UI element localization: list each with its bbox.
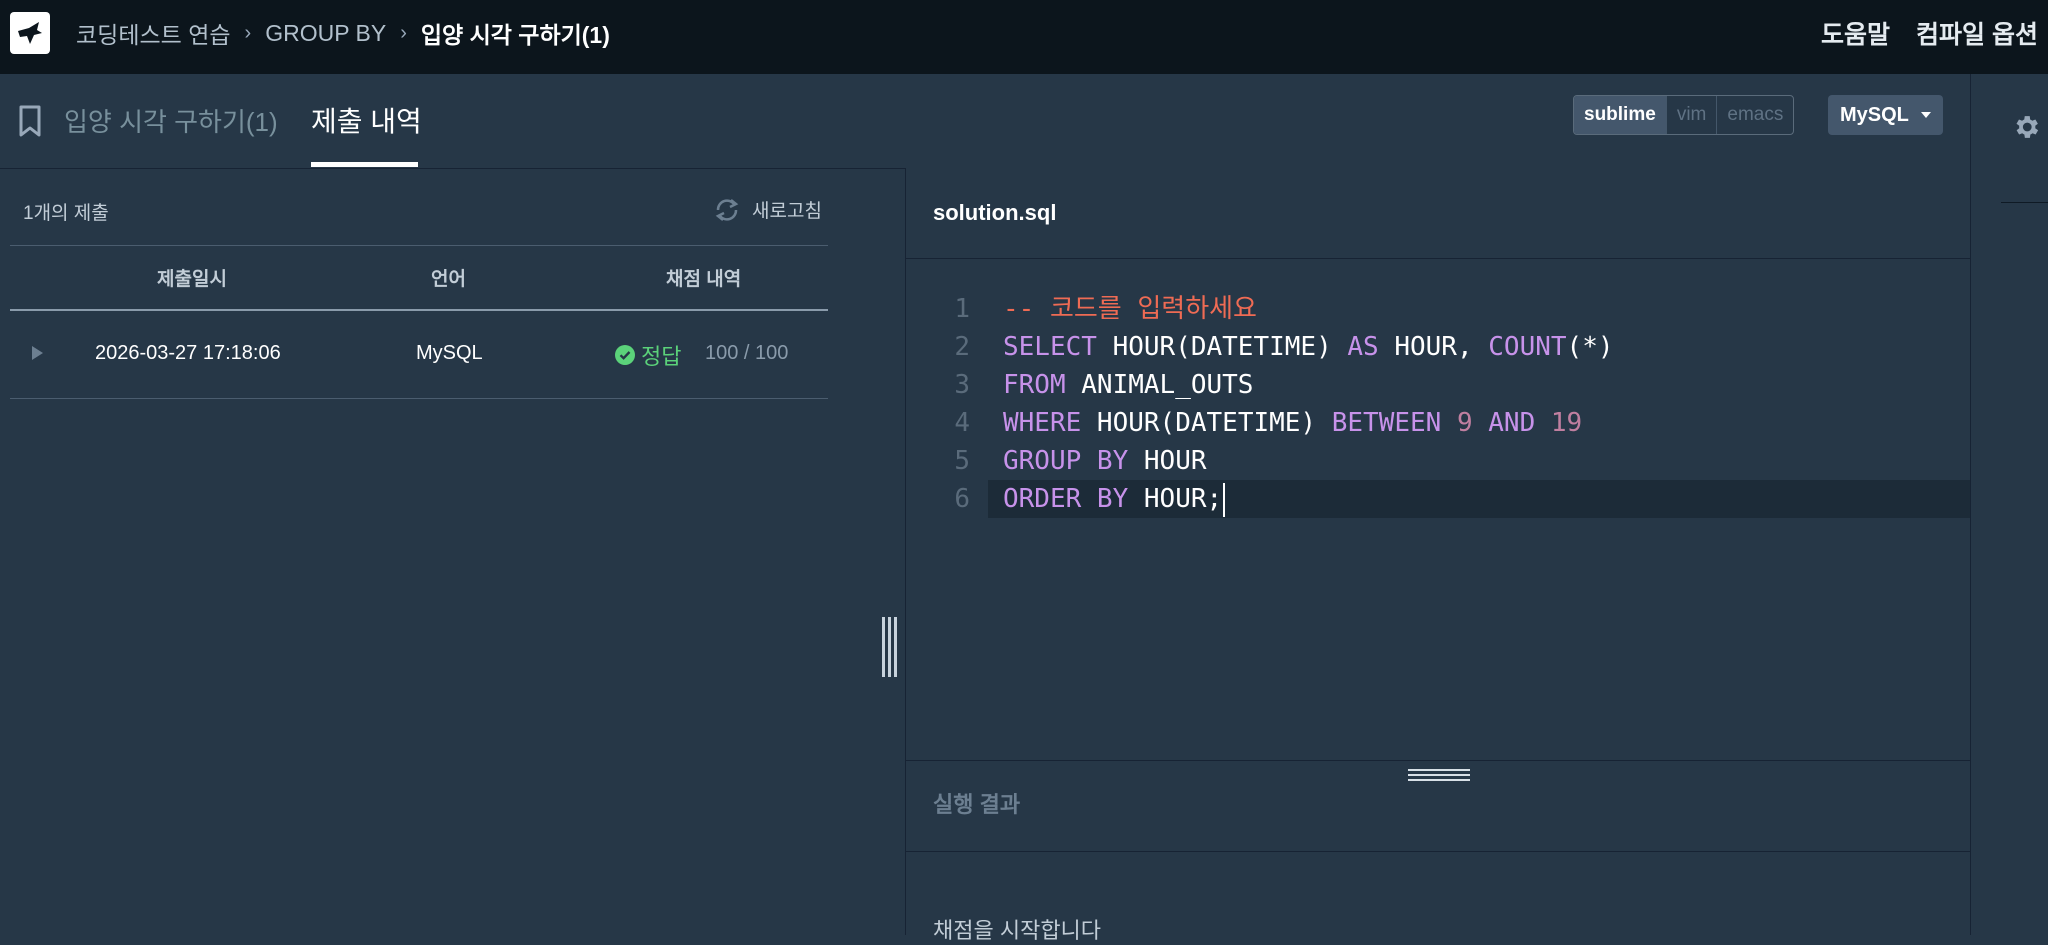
tab-problem[interactable]: 입양 시각 구하기(1): [64, 102, 278, 139]
line-number: 1: [954, 294, 970, 324]
active-tab-indicator: [311, 162, 418, 167]
code-token: -- 코드를 입력하세요: [1003, 294, 1257, 324]
column-header-language: 언어: [431, 269, 466, 290]
submissions-table: 제출일시 언어 채점 내역 2026-03-27 17:18:06 MySQL …: [10, 245, 828, 399]
line-number: 4: [954, 408, 970, 438]
code-line[interactable]: 4 WHERE HOUR(DATETIME) BETWEEN 9 AND 19: [906, 404, 1970, 442]
line-number: 2: [954, 332, 970, 362]
vertical-resize-handle[interactable]: [882, 617, 898, 677]
code-token: HOUR,: [1378, 332, 1489, 362]
code-token: SELECT: [1003, 332, 1097, 362]
line-number: 3: [954, 370, 970, 400]
breadcrumb-item-group-by[interactable]: GROUP BY: [265, 20, 386, 47]
code-token: AND: [1488, 408, 1536, 438]
top-navbar: 코딩테스트 연습 › GROUP BY › 입양 시각 구하기(1) 도움말 컴…: [0, 0, 2048, 74]
table-row[interactable]: 2026-03-27 17:18:06 MySQL 정답 100 / 100: [10, 311, 828, 399]
code-token: AS: [1347, 332, 1379, 362]
submission-date: 2026-03-27 17:18:06: [95, 342, 281, 364]
column-header-date: 제출일시: [157, 269, 227, 290]
chevron-right-icon: ›: [244, 21, 252, 44]
language-dropdown[interactable]: MySQL: [1828, 95, 1943, 135]
keymap-emacs[interactable]: emacs: [1716, 96, 1793, 134]
compile-options-link[interactable]: 컴파일 옵션: [1916, 15, 2038, 51]
breadcrumb-item-coding-test[interactable]: 코딩테스트 연습: [76, 16, 231, 50]
code-token: HOUR;: [1128, 484, 1223, 514]
code-token: ANIMAL_OUTS: [1065, 370, 1254, 400]
code-token: ORDER BY: [1003, 484, 1129, 514]
code-token: HOUR(DATETIME): [1081, 408, 1332, 438]
header-links: 도움말 컴파일 옵션: [1821, 0, 2038, 66]
code-text: WHERE HOUR(DATETIME) BETWEEN 9 AND 19: [1003, 404, 1582, 442]
code-line[interactable]: 5 GROUP BY HOUR: [906, 442, 1970, 480]
submission-count: 1개의 제출: [23, 203, 109, 224]
output-title: 실행 결과: [933, 792, 1021, 817]
code-token: (*): [1566, 332, 1614, 362]
code-token: GROUP BY: [1003, 446, 1129, 476]
tab-submissions[interactable]: 제출 내역: [311, 100, 422, 140]
refresh-icon: [715, 198, 739, 221]
file-tab: solution.sql: [906, 168, 1970, 259]
output-panel: 실행 결과 채점을 시작합니다: [906, 760, 1970, 943]
refresh-label: 새로고침: [752, 201, 822, 222]
check-circle-icon: [615, 345, 635, 365]
chevron-right-icon: ›: [400, 21, 407, 44]
code-text: GROUP BY HOUR: [1003, 442, 1207, 480]
result-label: 정답: [641, 344, 682, 369]
code-editor[interactable]: 1 -- 코드를 입력하세요 2 SELECT HOUR(DATETIME) AS H…: [906, 290, 1970, 518]
divider: [2001, 202, 2048, 203]
keymap-vim[interactable]: vim: [1665, 96, 1717, 134]
result-badge: 정답: [615, 339, 681, 371]
code-line[interactable]: 3 FROM ANIMAL_OUTS: [906, 366, 1970, 404]
output-text: 채점을 시작합니다: [933, 918, 1102, 943]
submission-language: MySQL: [416, 342, 483, 364]
filename: solution.sql: [933, 200, 1057, 225]
gear-icon[interactable]: [2011, 112, 2041, 142]
code-token: COUNT: [1488, 332, 1567, 362]
table-header: 제출일시 언어 채점 내역: [10, 245, 828, 311]
code-line[interactable]: 1 -- 코드를 입력하세요: [906, 290, 1970, 328]
code-token: 19: [1550, 408, 1583, 438]
breadcrumb-current: 입양 시각 구하기(1): [420, 22, 610, 48]
keymap-sublime[interactable]: sublime: [1574, 96, 1666, 134]
bird-logo-icon: [18, 22, 42, 44]
breadcrumb: 코딩테스트 연습 › GROUP BY › 입양 시각 구하기(1): [76, 0, 610, 66]
refresh-button[interactable]: 새로고침: [712, 196, 822, 223]
code-token: HOUR: [1128, 446, 1207, 476]
text-cursor: [1223, 482, 1226, 517]
help-link[interactable]: 도움말: [1821, 15, 1890, 51]
column-header-result: 채점 내역: [666, 269, 742, 290]
line-number: 6: [954, 484, 970, 514]
code-text: ORDER BY HOUR;: [1003, 480, 1226, 518]
code-line[interactable]: 6 ORDER BY HOUR;: [954, 480, 1970, 518]
submission-score: 100 / 100: [705, 342, 789, 364]
code-token: FROM: [1003, 370, 1066, 400]
code-text: FROM ANIMAL_OUTS: [1003, 366, 1253, 404]
code-line[interactable]: 2 SELECT HOUR(DATETIME) AS HOUR, COUNT(*): [906, 328, 1970, 366]
code-text: -- 코드를 입력하세요: [1003, 290, 1257, 328]
horizontal-resize-handle[interactable]: [1408, 769, 1470, 783]
code-token: WHERE: [1003, 408, 1082, 438]
code-token: BETWEEN: [1331, 408, 1442, 438]
divider: [906, 851, 1970, 852]
code-editor-panel: solution.sql 1 -- 코드를 입력하세요 2 SELECT HOUR(D…: [906, 168, 1970, 943]
submissions-panel: 1개의 제출 새로고침 제출일시 언어 채점 내역 2026-03-27 17:…: [0, 168, 905, 935]
bookmark-icon[interactable]: [16, 104, 44, 138]
right-sidebar: [1970, 74, 2048, 935]
caret-down-icon: [1921, 112, 1931, 118]
code-token: HOUR(DATETIME): [1096, 332, 1348, 362]
code-token: 9: [1456, 408, 1473, 438]
programmers-logo[interactable]: [10, 12, 50, 54]
expand-triangle-icon[interactable]: [32, 346, 43, 360]
line-number: 5: [954, 446, 970, 476]
code-text: SELECT HOUR(DATETIME) AS HOUR, COUNT(*): [1003, 328, 1614, 366]
keymap-selector: sublime vim emacs: [1573, 95, 1795, 135]
language-selected: MySQL: [1840, 104, 1909, 126]
